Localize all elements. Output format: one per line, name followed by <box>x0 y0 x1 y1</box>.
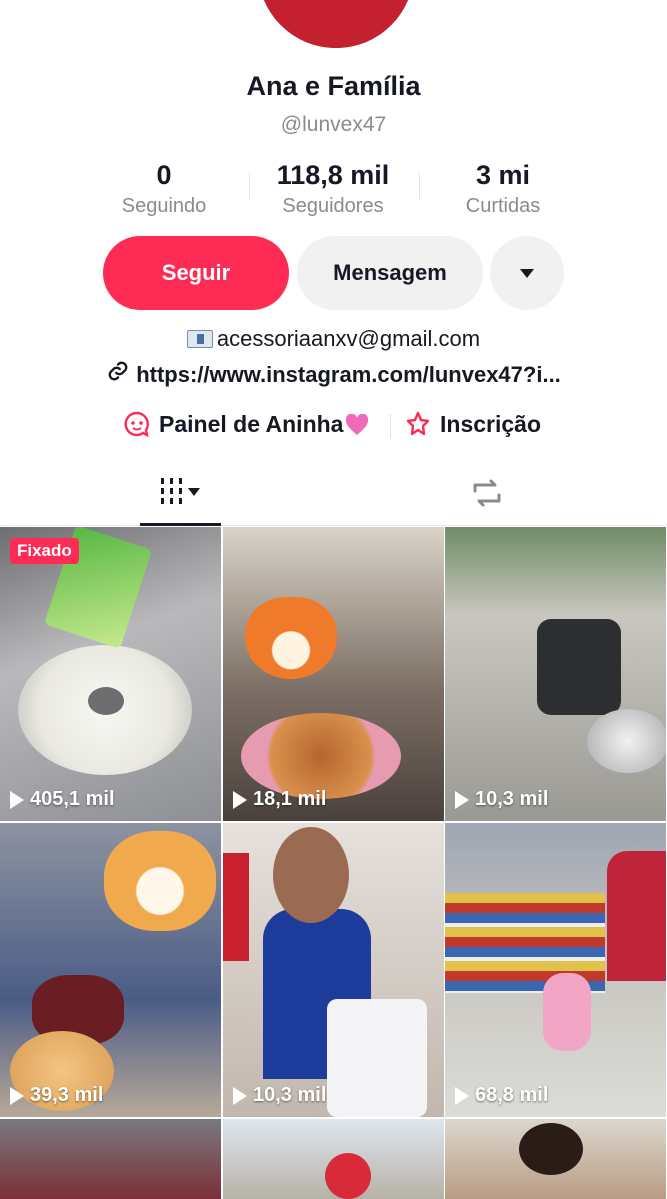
stat-likes[interactable]: 3 mi Curtidas <box>413 160 593 218</box>
caret-down-icon <box>520 268 534 278</box>
view-count: 10,3 mil <box>455 788 548 811</box>
more-options-button[interactable] <box>490 236 564 310</box>
video-thumbnail[interactable]: Fixado 405,1 mil <box>0 527 221 821</box>
thumbnail-image <box>543 973 591 1051</box>
grid-icon <box>161 477 182 506</box>
panel-subscription[interactable]: Inscrição <box>404 410 541 438</box>
panel-aninha-label: Painel de Aninha <box>159 410 344 437</box>
caret-down-icon <box>188 487 200 496</box>
stat-likes-value: 3 mi <box>475 160 531 190</box>
thumbnail-image <box>519 1123 583 1175</box>
panel-subscription-label: Inscrição <box>440 410 541 437</box>
video-thumbnail[interactable]: 10,3 mil <box>445 527 666 821</box>
thumbnail-image <box>607 851 666 981</box>
thumbnail-image <box>245 597 337 679</box>
tab-reposts[interactable] <box>452 460 522 526</box>
stat-likes-label: Curtidas <box>465 195 541 217</box>
bio-link[interactable]: https://www.instagram.com/lunvex47?i... <box>0 360 667 388</box>
bio-email-text: acessoriaanxv@gmail.com <box>216 326 481 351</box>
video-thumbnail[interactable] <box>445 1119 666 1199</box>
video-thumbnail[interactable]: 68,8 mil <box>445 823 666 1117</box>
profile-avatar[interactable] <box>258 0 414 48</box>
thumbnail-image <box>537 619 621 715</box>
thumbnail-image <box>273 827 349 923</box>
avatar-image <box>258 0 414 48</box>
play-icon <box>455 790 469 809</box>
view-count-text: 68,8 mil <box>475 1084 549 1106</box>
heart-icon <box>345 413 369 435</box>
profile-panels: Painel de Aninha Inscrição <box>0 410 667 442</box>
profile-tabs <box>0 460 667 526</box>
stat-divider <box>249 173 250 199</box>
link-icon <box>106 360 130 388</box>
message-button[interactable]: Mensagem <box>297 236 483 310</box>
thumbnail-image <box>88 687 124 715</box>
play-icon <box>455 1086 469 1105</box>
view-count-text: 10,3 mil <box>475 788 549 810</box>
view-count: 39,3 mil <box>10 1084 103 1107</box>
view-count-text: 10,3 mil <box>253 1084 327 1106</box>
profile-name: Ana e Família <box>246 71 421 101</box>
panel-divider <box>390 414 391 438</box>
view-count: 10,3 mil <box>233 1084 326 1107</box>
view-count: 18,1 mil <box>233 788 326 811</box>
stat-following-label: Seguindo <box>121 195 207 217</box>
tab-videos[interactable] <box>140 460 221 526</box>
star-icon <box>404 410 432 438</box>
stat-followers-label: Seguidores <box>282 195 384 217</box>
pinned-badge: Fixado <box>10 538 79 564</box>
thumbnail-image <box>327 999 427 1117</box>
video-grid: Fixado 405,1 mil 18,1 mil 10,3 mil 39,3 … <box>0 527 667 1199</box>
thumbnail-image <box>241 713 401 799</box>
bio-email: acessoriaanxv@gmail.com <box>0 326 667 352</box>
play-icon <box>233 790 247 809</box>
stat-followers-value: 118,8 mil <box>276 160 390 190</box>
view-count-text: 405,1 mil <box>30 788 115 810</box>
thumbnail-image <box>325 1153 371 1199</box>
video-thumbnail[interactable] <box>0 1119 221 1199</box>
play-icon <box>10 1086 24 1105</box>
profile-stats: 0 Seguindo 118,8 mil Seguidores 3 mi Cur… <box>0 160 667 220</box>
repost-icon <box>473 479 501 507</box>
view-count-text: 39,3 mil <box>30 1084 104 1106</box>
thumbnail-image <box>223 853 249 961</box>
view-count: 68,8 mil <box>455 1084 548 1107</box>
chat-icon <box>123 410 151 438</box>
stat-following[interactable]: 0 Seguindo <box>74 160 254 218</box>
view-count: 405,1 mil <box>10 788 115 811</box>
video-thumbnail[interactable] <box>223 1119 444 1199</box>
thumbnail-image <box>104 831 216 931</box>
stat-divider <box>419 173 420 199</box>
thumbnail-image <box>587 709 666 773</box>
play-icon <box>233 1086 247 1105</box>
panel-aninha[interactable]: Painel de Aninha <box>123 410 369 438</box>
video-thumbnail[interactable]: 18,1 mil <box>223 527 444 821</box>
bio-link-text: https://www.instagram.com/lunvex47?i... <box>136 362 561 387</box>
play-icon <box>10 790 24 809</box>
view-count-text: 18,1 mil <box>253 788 327 810</box>
follow-button[interactable]: Seguir <box>103 236 289 310</box>
envelope-icon <box>186 330 213 348</box>
stat-followers[interactable]: 118,8 mil Seguidores <box>243 160 423 218</box>
profile-handle: @lunvex47 <box>280 113 387 136</box>
stat-following-value: 0 <box>156 160 172 190</box>
video-thumbnail[interactable]: 39,3 mil <box>0 823 221 1117</box>
video-thumbnail[interactable]: 10,3 mil <box>223 823 444 1117</box>
